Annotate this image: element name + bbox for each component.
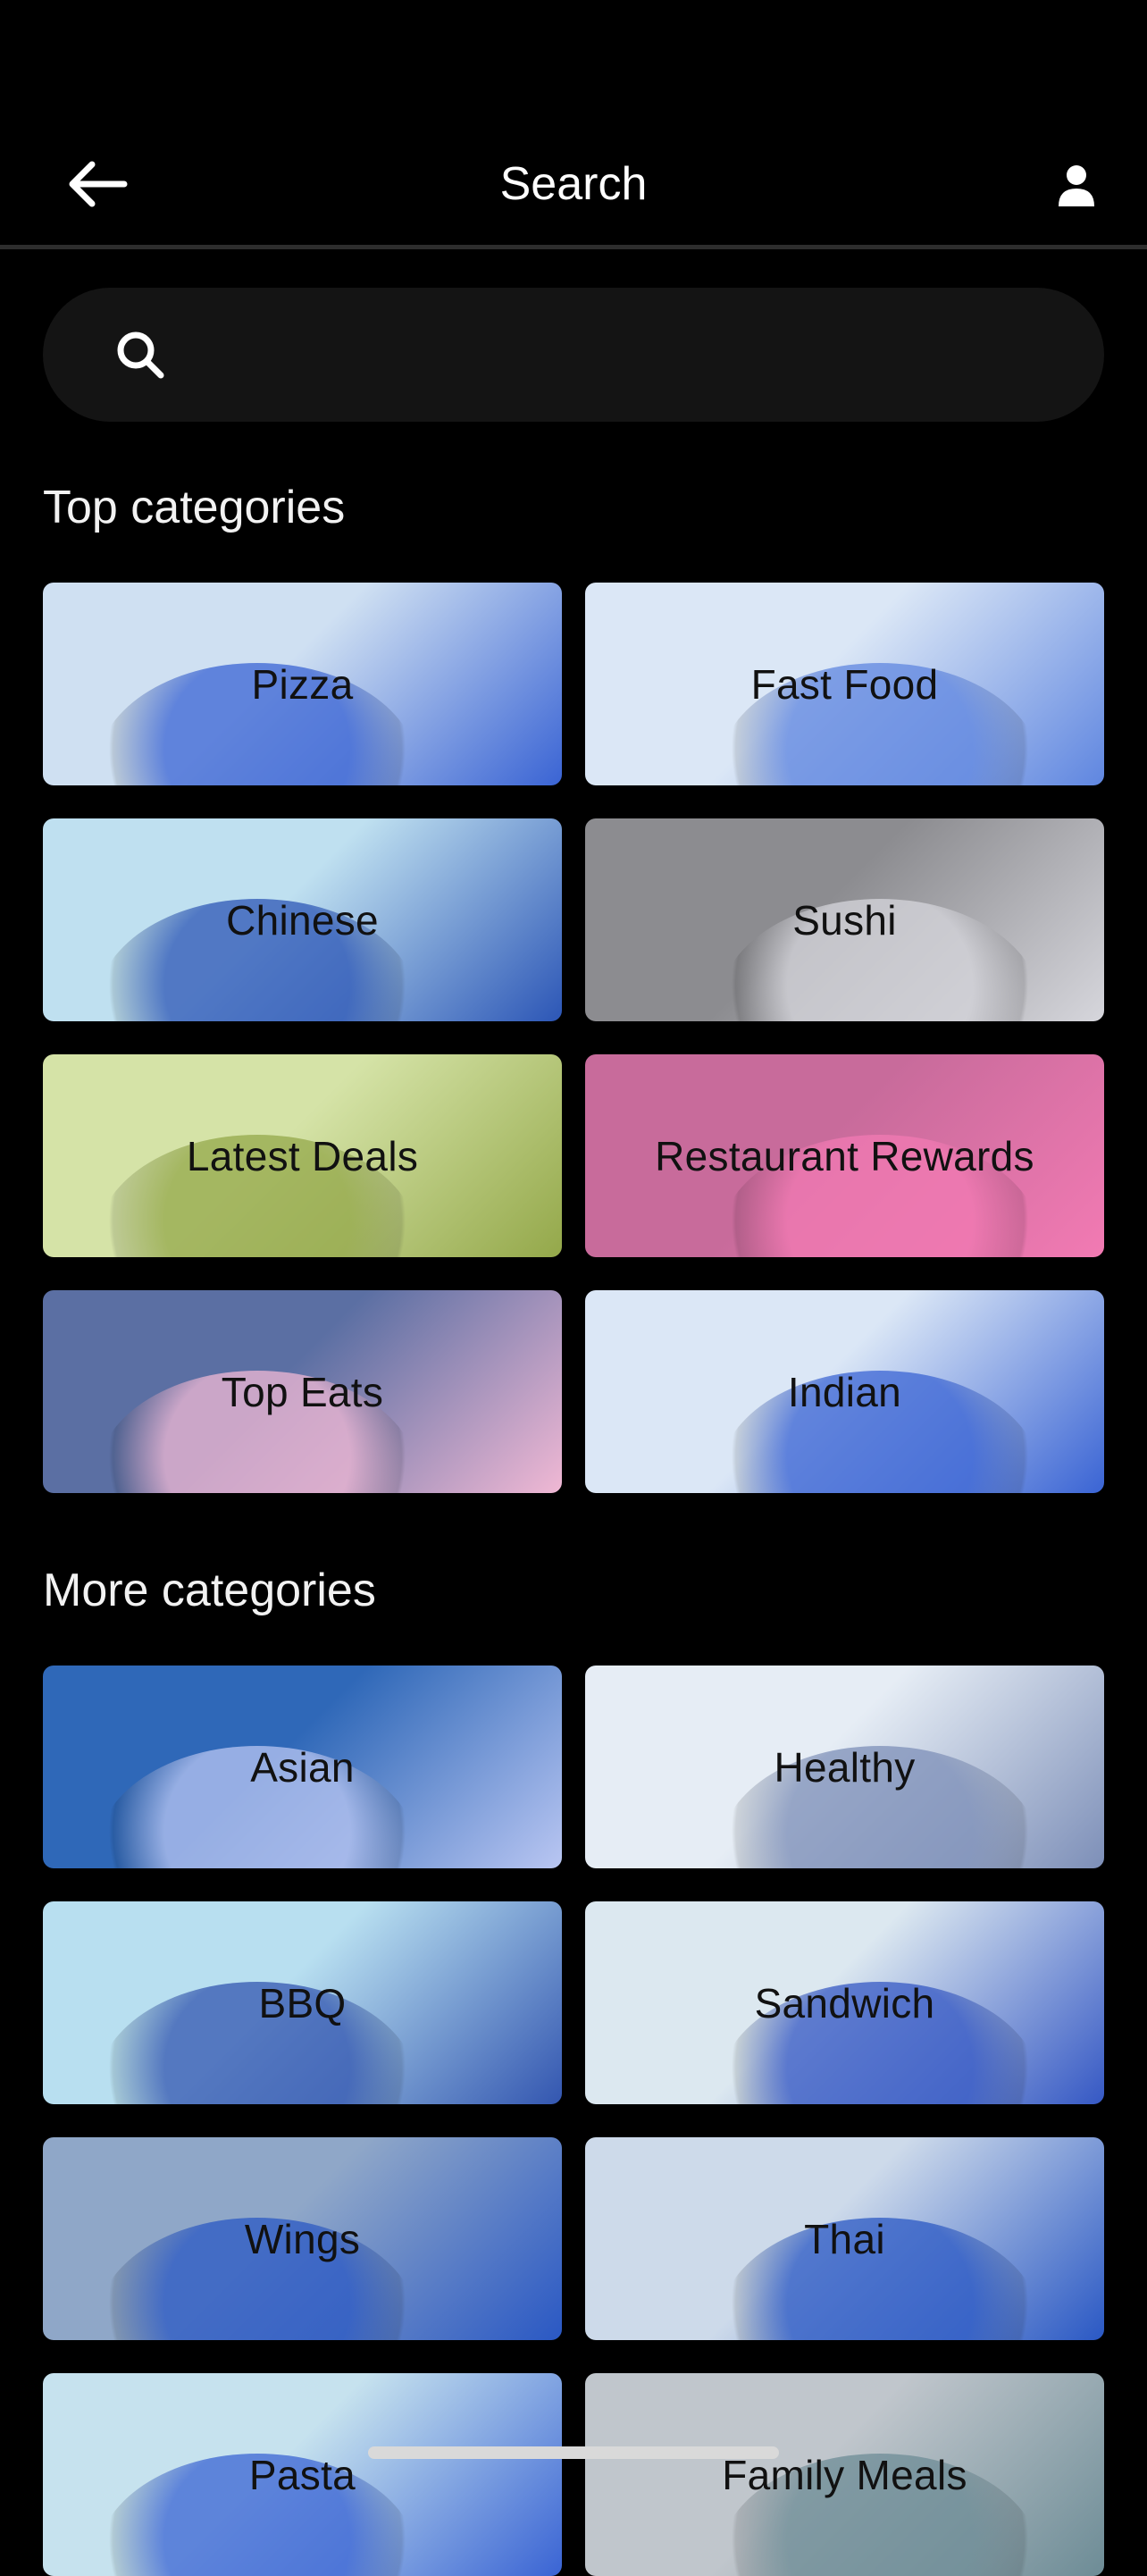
category-tile-thai[interactable]: Thai (585, 2137, 1104, 2340)
category-tile-bbq[interactable]: BBQ (43, 1901, 562, 2104)
account-button[interactable] (1045, 157, 1108, 214)
category-label: Wings (244, 2215, 361, 2262)
category-tile-latest-deals[interactable]: Latest Deals (43, 1054, 562, 1257)
search-icon (117, 331, 164, 379)
category-tile-family-meals[interactable]: Family Meals (585, 2373, 1104, 2576)
page-title: Search (499, 158, 648, 210)
category-label: Fast Food (750, 660, 939, 708)
header-divider (0, 245, 1147, 249)
category-label: Family Meals (722, 2451, 967, 2498)
category-label: Pizza (251, 660, 354, 708)
category-label: Latest Deals (186, 1132, 419, 1179)
category-label: Chinese (226, 896, 379, 944)
top-bar: Search (0, 134, 1147, 243)
category-tile-restaurant-rewards[interactable]: Restaurant Rewards (585, 1054, 1104, 1257)
category-label: Pasta (248, 2451, 356, 2498)
person-icon (1059, 165, 1094, 206)
category-tile-indian[interactable]: Indian (585, 1290, 1104, 1493)
section-title-more-categories: More categories (43, 1565, 376, 1616)
category-label: Indian (787, 1368, 902, 1415)
category-label: Sandwich (754, 1979, 935, 2026)
category-tile-top-eats[interactable]: Top Eats (43, 1290, 562, 1493)
category-tile-fast-food[interactable]: Fast Food (585, 583, 1104, 785)
category-label: BBQ (258, 1979, 347, 2026)
search-bar[interactable] (43, 287, 1104, 423)
category-label: Sushi (792, 896, 897, 944)
category-label: Top Eats (221, 1368, 384, 1415)
home-indicator (368, 2446, 779, 2459)
section-title-top-categories: Top categories (43, 482, 346, 533)
category-tile-asian[interactable]: Asian (43, 1666, 562, 1868)
category-tile-sushi[interactable]: Sushi (585, 818, 1104, 1021)
category-label: Restaurant Rewards (655, 1132, 1034, 1179)
category-label: Asian (250, 1743, 355, 1791)
category-tile-wings[interactable]: Wings (43, 2137, 562, 2340)
category-tile-pasta[interactable]: Pasta (43, 2373, 562, 2576)
category-tile-sandwich[interactable]: Sandwich (585, 1901, 1104, 2104)
category-label: Thai (804, 2215, 885, 2262)
category-label: Healthy (774, 1743, 916, 1791)
search-input[interactable] (198, 287, 1104, 423)
category-tile-pizza[interactable]: Pizza (43, 583, 562, 785)
category-tile-healthy[interactable]: Healthy (585, 1666, 1104, 1868)
category-image (96, 1982, 418, 2104)
top-categories-grid: Pizza Fast Food Chinese Sushi Latest Deals Re… (43, 583, 1104, 1493)
more-categories-grid: Asian Healthy BBQ Sandwich Wings Thai Pasta Fam… (43, 1666, 1104, 2576)
category-tile-chinese[interactable]: Chinese (43, 818, 562, 1021)
